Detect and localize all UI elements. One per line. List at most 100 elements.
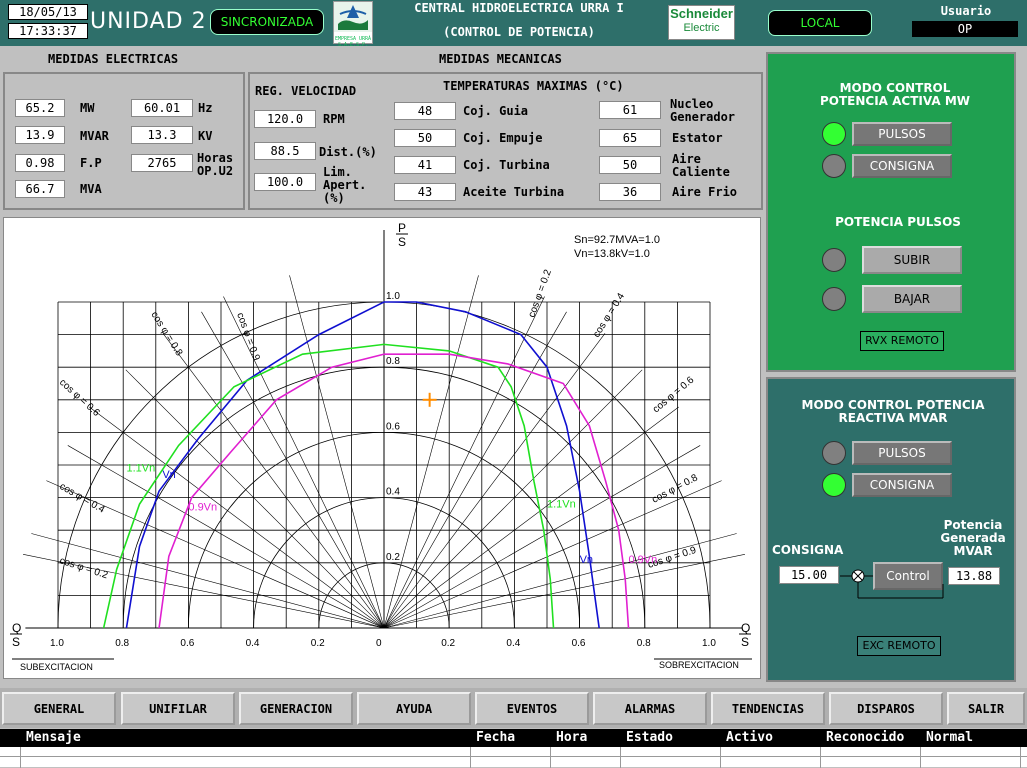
brand-sub: Electric	[683, 22, 720, 34]
col-fecha: Fecha	[476, 730, 516, 745]
angle-line	[383, 445, 701, 629]
cosphi-label-right: cos φ = 0.2	[526, 268, 554, 319]
capability-chart-panel: cos φ = 0.2 cos φ = 0.4 cos φ = 0.6 cos φ =…	[3, 217, 761, 679]
mva-value: 66.7	[15, 180, 65, 198]
y-axis-label-num: P	[398, 221, 406, 235]
nav-unifilar[interactable]: UNIFILAR	[121, 692, 235, 725]
cosphi-line-right	[383, 333, 606, 629]
user-label: Usuario	[940, 4, 992, 18]
estator-value: 65	[599, 129, 661, 147]
angle-line	[383, 275, 479, 629]
mvar-value: 13.9	[15, 126, 65, 144]
estator-label: Estator	[672, 131, 723, 145]
cosphi-label-left: cos φ = 0.2	[58, 555, 109, 581]
y-tick-label: 0.4	[386, 487, 400, 498]
rpm-value: 120.0	[254, 110, 316, 128]
consigna-input[interactable]: 15.00	[779, 566, 839, 584]
brand-name: Schneider	[670, 6, 733, 21]
potencia-pulsos-title: POTENCIA PULSOS	[835, 215, 961, 229]
ctrl-reactiva-title: MODO CONTROL POTENCIA REACTIVA MVAR	[801, 398, 985, 425]
horas-value: 2765	[131, 154, 193, 172]
coj-guia-label: Coj. Guia	[463, 104, 529, 118]
activa-pulsos-button[interactable]: PULSOS	[852, 122, 952, 146]
mecanicas-title: MEDIDAS MECANICAS	[439, 52, 562, 66]
dist-unit: Dist.(%)	[319, 145, 377, 159]
y-tick-label: 0.6	[386, 421, 400, 432]
x-axis-label-right-num: Q	[741, 621, 750, 635]
cosphi-line-right	[383, 406, 679, 629]
brand-logo: Schneider Electric	[668, 5, 735, 40]
capability-chart: cos φ = 0.2 cos φ = 0.4 cos φ = 0.6 cos φ =…	[10, 221, 752, 672]
nav-ayuda[interactable]: AYUDA	[357, 692, 471, 725]
nav-alarmas[interactable]: ALARMAS	[593, 692, 707, 725]
nav-eventos[interactable]: EVENTOS	[475, 692, 589, 725]
subir-button[interactable]: SUBIR	[862, 246, 962, 274]
bajar-button[interactable]: BAJAR	[862, 285, 962, 313]
series-label-left-0.9Vn: 0.9Vn	[188, 502, 217, 514]
cosphi-label-left: cos φ = 0.4	[58, 481, 107, 516]
series-label-right-0.9Vn: 0.9Vn	[629, 554, 658, 566]
logo-caption: EMPRESA URRÁ S.A.E.S.P.	[334, 36, 372, 48]
coj-empuje-value: 50	[394, 129, 456, 147]
mva-unit: MVA	[80, 182, 102, 196]
nav-disparos[interactable]: DISPAROS	[829, 692, 943, 725]
subexcitacion-label: SUBEXCITACION	[20, 662, 93, 672]
message-row-divider	[0, 756, 1027, 757]
angle-line	[289, 275, 385, 629]
led-reactiva-pulsos	[822, 441, 846, 465]
x-tick-label: 1.0	[50, 638, 64, 649]
nucleo-generador-value: 61	[599, 101, 661, 119]
company-logo: EMPRESA URRÁ S.A.E.S.P.	[333, 1, 373, 48]
control-loop-diagram	[840, 569, 944, 599]
angle-line	[67, 445, 385, 629]
nav-salir[interactable]: SALIR	[947, 692, 1025, 725]
col-div-4	[620, 747, 621, 768]
exc-remoto-indicator: EXC REMOTO	[857, 636, 941, 656]
fp-unit: F.P	[80, 156, 102, 170]
x-tick-label: 0.4	[246, 638, 260, 649]
col-mensaje: Mensaje	[26, 730, 81, 745]
nav-generacion[interactable]: GENERACION	[239, 692, 353, 725]
x-tick-label: 0.8	[115, 638, 129, 649]
lim-apert-unit: Lim. Apert. (%)	[323, 165, 367, 205]
series-1.1Vn	[102, 343, 555, 629]
x-axis-label-left-den: S	[12, 635, 20, 649]
y-axis-label-den: S	[398, 235, 406, 249]
x-axis-label-right-den: S	[741, 635, 749, 649]
col-div-1	[20, 747, 21, 768]
mode-local-badge: LOCAL	[768, 10, 872, 36]
electricas-title: MEDIDAS ELECTRICAS	[48, 52, 179, 66]
coj-turbina-value: 41	[394, 156, 456, 174]
col-div-7	[920, 747, 921, 768]
reactiva-pulsos-button[interactable]: PULSOS	[852, 441, 952, 465]
hz-value: 60.01	[131, 99, 193, 117]
led-activa-consigna	[822, 154, 846, 178]
cosphi-line-left	[162, 333, 385, 629]
sobrexcitacion-label: SOBREXCITACION	[659, 660, 739, 670]
nucleo-generador-label: Nucleo Generador	[670, 97, 736, 124]
col-div-8	[1020, 747, 1021, 768]
cosphi-label-left: cos φ = 0.9	[234, 311, 262, 362]
reg-velocidad-title: REG. VELOCIDAD	[255, 84, 357, 98]
x-tick-label: 0.2	[441, 638, 455, 649]
kv-value: 13.3	[131, 126, 193, 144]
series-label-right-Vn: Vn	[580, 554, 593, 566]
x-tick-label: 0.2	[311, 638, 325, 649]
aceite-turbina-value: 43	[394, 183, 456, 201]
cosphi-label-right: cos φ = 0.4	[591, 291, 627, 340]
col-activo: Activo	[726, 730, 773, 745]
nav-tendencias[interactable]: TENDENCIAS	[711, 692, 825, 725]
aceite-turbina-label: Aceite Turbina	[463, 185, 565, 199]
aire-caliente-label: Aire Caliente	[672, 152, 730, 179]
consigna-label: CONSIGNA	[772, 543, 844, 557]
aire-caliente-value: 50	[599, 156, 661, 174]
chart-note-vn: Vn=13.8kV=1.0	[574, 248, 650, 260]
aire-frio-value: 36	[599, 183, 661, 201]
series-label-left-Vn: Vn	[162, 469, 175, 481]
reactiva-consigna-button[interactable]: CONSIGNA	[852, 473, 952, 497]
nav-general[interactable]: GENERAL	[2, 692, 116, 725]
series-label-left-1.1Vn: 1.1Vn	[126, 463, 155, 475]
led-activa-pulsos	[822, 122, 846, 146]
coj-guia-value: 48	[394, 102, 456, 120]
activa-consigna-button[interactable]: CONSIGNA	[852, 154, 952, 178]
